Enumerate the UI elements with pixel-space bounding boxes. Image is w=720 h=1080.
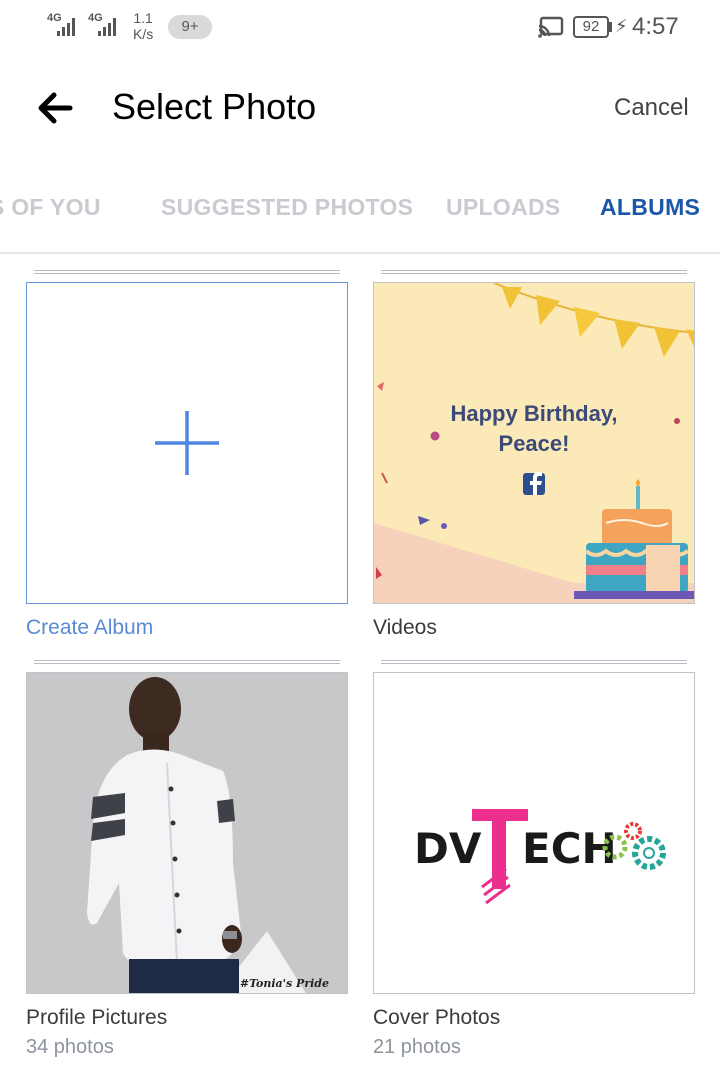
tab-uploads[interactable]: UPLOADS	[446, 194, 561, 221]
clock: 4:57	[632, 13, 679, 40]
tab-suggested-photos[interactable]: SUGGESTED PHOTOS	[161, 194, 413, 221]
tab-photos-of-you[interactable]: PHOTOS OF YOU	[0, 194, 101, 221]
album-name: Create Album	[26, 616, 154, 639]
tab-albums[interactable]: ALBUMS	[600, 194, 700, 221]
tab-bar: PHOTOS OF YOU SUGGESTED PHOTOS UPLOADS A…	[0, 180, 720, 254]
birthday-card-image: Happy Birthday, Peace!	[374, 283, 694, 603]
status-bar: 4G 4G 1.1 K/s 9+ 92 ⚡ 4:57	[0, 0, 720, 56]
dvtech-logo-image: DV ECH	[374, 673, 694, 993]
album-photo-count: 21 photos	[373, 1036, 461, 1058]
svg-text:Peace!: Peace!	[499, 431, 570, 456]
network-speed: 1.1 K/s	[133, 10, 153, 42]
notification-badge: 9+	[168, 15, 212, 39]
album-stack-edge	[381, 660, 687, 664]
album-thumbnail[interactable]: DV ECH	[373, 672, 695, 994]
album-name: Profile Pictures	[26, 1006, 168, 1029]
album-name: Videos	[373, 616, 437, 639]
back-arrow-icon[interactable]	[34, 88, 78, 128]
album-stack-edge	[34, 270, 340, 274]
svg-text:Happy Birthday,: Happy Birthday,	[450, 401, 617, 426]
album-name: Cover Photos	[373, 1006, 501, 1029]
create-album-tile[interactable]	[26, 282, 348, 604]
page-title: Select Photo	[112, 86, 317, 127]
svg-text:#Tonia's Pride: #Tonia's Pride	[240, 977, 329, 990]
plus-icon	[155, 411, 219, 475]
speed-value: 1.1	[133, 10, 153, 26]
album-thumbnail[interactable]: Happy Birthday, Peace!	[373, 282, 695, 604]
cast-icon	[538, 16, 564, 38]
speed-unit: K/s	[133, 26, 154, 42]
album-photo-count: 34 photos	[26, 1036, 114, 1058]
svg-text:ECH: ECH	[522, 824, 617, 873]
cancel-button[interactable]: Cancel	[614, 94, 689, 122]
album-stack-edge	[381, 270, 687, 274]
svg-text:DV: DV	[414, 824, 482, 873]
charging-bolt-icon: ⚡	[615, 16, 628, 36]
album-thumbnail[interactable]: #Tonia's Pride	[26, 672, 348, 994]
battery-icon: 92	[573, 16, 609, 38]
app-header: Select Photo Cancel	[0, 70, 720, 150]
battery-tip	[609, 22, 612, 32]
profile-photo-image: #Tonia's Pride	[27, 673, 347, 993]
album-stack-edge	[34, 660, 340, 664]
